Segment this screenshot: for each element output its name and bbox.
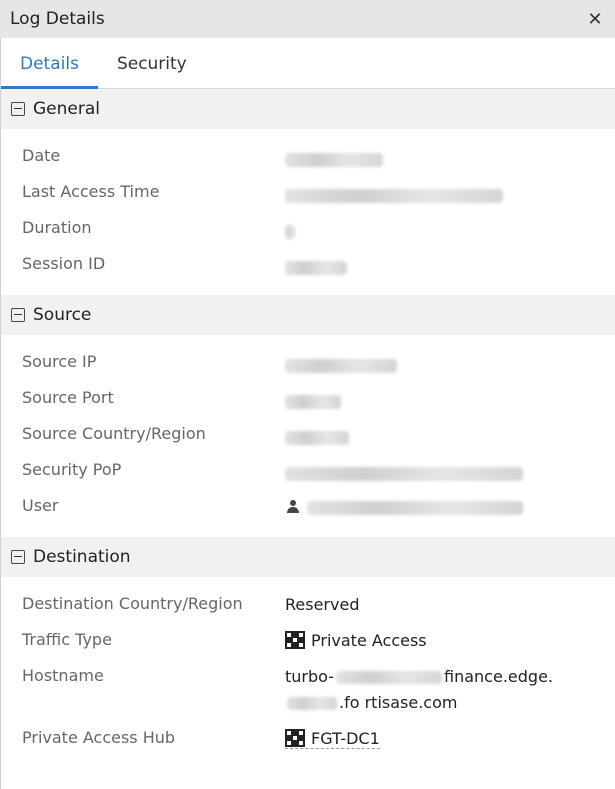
user-icon: [287, 500, 299, 513]
row-last-access-time: Last Access Time: [1, 175, 615, 211]
field-label: Hostname: [22, 666, 104, 685]
destination-rows: Destination Country/Region Reserved Traf…: [1, 577, 615, 769]
hostname-part: .fo rtisase.com: [339, 693, 458, 712]
general-rows: Date Last Access Time Duration Session I…: [1, 129, 615, 295]
row-private-access-hub: Private Access Hub FGT-DC1: [1, 721, 615, 757]
redacted-value: [285, 224, 295, 239]
collapse-icon[interactable]: [11, 308, 25, 322]
field-value: [285, 494, 615, 520]
hub-name: FGT-DC1: [311, 729, 380, 748]
row-source-port: Source Port: [1, 381, 615, 417]
row-duration: Duration: [1, 211, 615, 247]
field-label: Session ID: [22, 254, 106, 273]
field-label: Destination Country/Region: [22, 594, 243, 613]
field-value: [285, 458, 615, 484]
field-label: Source Country/Region: [22, 424, 206, 443]
redacted-value: [287, 697, 337, 710]
field-label: Security PoP: [22, 460, 122, 479]
field-value: Private Access: [285, 628, 615, 654]
section-title: General: [33, 99, 100, 119]
redacted-value: [285, 152, 383, 167]
section-header-source[interactable]: Source: [1, 295, 615, 335]
field-value: [285, 350, 615, 376]
window-title: Log Details: [10, 9, 105, 29]
collapse-icon[interactable]: [11, 102, 25, 116]
private-access-icon: [285, 631, 305, 649]
field-label: Traffic Type: [22, 630, 112, 649]
field-value: [285, 422, 615, 448]
redacted-value: [336, 671, 443, 684]
close-icon[interactable]: ✕: [585, 9, 605, 30]
field-label: Private Access Hub: [22, 728, 176, 747]
row-date: Date: [1, 139, 615, 175]
field-label: Last Access Time: [22, 182, 160, 201]
field-label: Date: [22, 146, 61, 165]
hostname-part: finance.edge.: [444, 667, 553, 686]
window-titlebar: Log Details ✕: [0, 0, 615, 38]
traffic-type-text: Private Access: [311, 631, 427, 650]
redacted-value: [285, 430, 349, 445]
redacted-value: [307, 500, 523, 515]
field-value: turbo-finance.edge. .fo rtisase.com: [285, 664, 615, 716]
row-source-ip: Source IP: [1, 345, 615, 381]
tab-bar: Details Security: [1, 38, 615, 89]
row-traffic-type: Traffic Type Private Access: [1, 623, 615, 659]
row-source-country: Source Country/Region: [1, 417, 615, 453]
field-label: User: [22, 496, 59, 515]
row-session-id: Session ID: [1, 247, 615, 283]
redacted-value: [285, 466, 523, 481]
row-destination-country: Destination Country/Region Reserved: [1, 587, 615, 623]
field-value: [285, 180, 615, 206]
field-value: [285, 252, 615, 278]
section-title: Source: [33, 305, 92, 325]
field-label: Source Port: [22, 388, 114, 407]
collapse-icon[interactable]: [11, 550, 25, 564]
redacted-value: [285, 358, 397, 373]
section-title: Destination: [33, 547, 131, 567]
section-header-general[interactable]: General: [1, 89, 615, 129]
field-label: Source IP: [22, 352, 97, 371]
source-rows: Source IP Source Port Source Country/Reg…: [1, 335, 615, 537]
section-header-destination[interactable]: Destination: [1, 537, 615, 577]
field-value: FGT-DC1: [285, 726, 615, 752]
redacted-value: [285, 188, 503, 203]
field-value: [285, 386, 615, 412]
tab-security[interactable]: Security: [98, 54, 206, 88]
hostname-part: turbo-: [285, 667, 335, 686]
redacted-value: [285, 394, 341, 409]
row-security-pop: Security PoP: [1, 453, 615, 489]
field-value: [285, 144, 615, 170]
row-hostname: Hostname turbo-finance.edge. .fo rtisase.…: [1, 659, 615, 721]
log-details-panel: Details Security General Date Last Acces…: [0, 38, 615, 789]
field-value: [285, 216, 615, 242]
field-value: Reserved: [285, 595, 360, 614]
hub-link[interactable]: FGT-DC1: [285, 729, 380, 749]
redacted-value: [285, 260, 347, 275]
hub-icon: [285, 729, 305, 747]
row-user: User: [1, 489, 615, 525]
field-label: Duration: [22, 218, 92, 237]
tab-details[interactable]: Details: [1, 54, 98, 89]
